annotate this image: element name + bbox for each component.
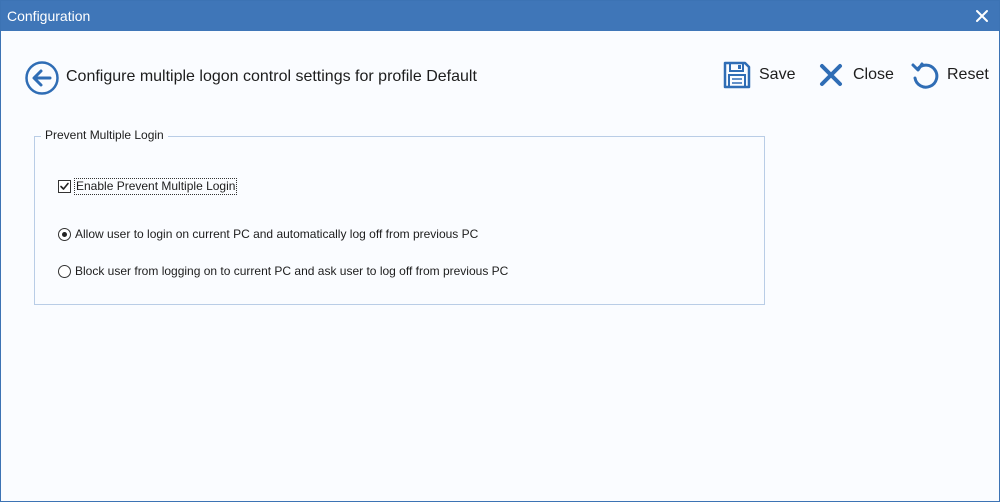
radio-button-unselected[interactable]: [58, 265, 71, 278]
reset-button[interactable]: Reset: [910, 57, 989, 93]
window-title: Configuration: [7, 8, 91, 24]
radio-label-allow: Allow user to login on current PC and au…: [75, 227, 479, 241]
arrow-left-circle-icon: [25, 61, 59, 95]
close-label: Close: [853, 66, 894, 83]
window-close-button[interactable]: [973, 7, 991, 25]
radio-dot: [62, 232, 67, 237]
prevent-multiple-login-group: [34, 136, 765, 305]
close-button[interactable]: Close: [816, 57, 894, 93]
save-button[interactable]: Save: [722, 57, 795, 93]
back-button[interactable]: [24, 60, 60, 96]
undo-arrow-icon: [910, 60, 940, 90]
radio-label-block: Block user from logging on to current PC…: [75, 264, 509, 278]
save-label: Save: [759, 66, 796, 83]
close-icon: [976, 10, 988, 22]
block-login-radio[interactable]: Block user from logging on to current PC…: [58, 264, 508, 279]
radio-button-selected[interactable]: [58, 228, 71, 241]
floppy-disk-icon: [722, 60, 752, 90]
x-icon: [816, 60, 846, 90]
title-bar: Configuration: [1, 1, 999, 31]
allow-login-radio[interactable]: Allow user to login on current PC and au…: [58, 227, 478, 242]
checkmark-icon: [60, 182, 69, 190]
configuration-window: Configuration Configure multiple logon c…: [0, 0, 1000, 502]
group-legend: Prevent Multiple Login: [41, 127, 168, 143]
checkbox-box[interactable]: [58, 180, 71, 193]
enable-prevent-multiple-login-checkbox[interactable]: Enable Prevent Multiple Login: [58, 178, 238, 195]
page-title: Configure multiple logon control setting…: [66, 68, 477, 85]
header-row: Configure multiple logon control setting…: [1, 31, 999, 121]
reset-label: Reset: [947, 66, 989, 83]
checkbox-label: Enable Prevent Multiple Login: [74, 178, 238, 195]
